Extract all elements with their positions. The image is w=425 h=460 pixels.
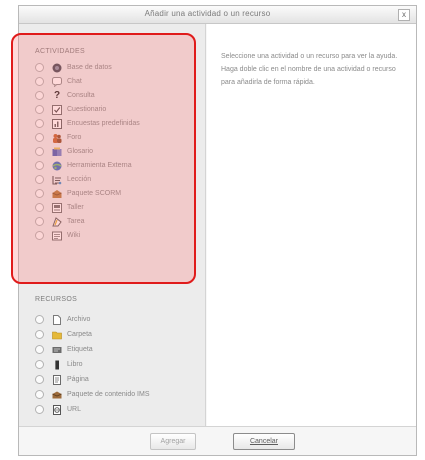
label-icon	[52, 345, 62, 355]
option-label: Archivo	[67, 316, 91, 323]
dialog-title: Añadir una actividad o un recurso	[144, 9, 271, 18]
option-label: Página	[67, 376, 89, 383]
url-icon	[52, 404, 62, 415]
option-archivo[interactable]: Archivo	[35, 314, 195, 325]
cancel-button[interactable]: Cancelar	[233, 433, 295, 450]
add-button[interactable]: Agregar	[150, 433, 196, 450]
option-libro[interactable]: Libro	[35, 359, 195, 370]
radio-button[interactable]	[35, 330, 44, 339]
book-icon	[52, 360, 62, 370]
file-icon	[52, 314, 62, 325]
help-text: Seleccione una actividad o un recurso pa…	[221, 53, 398, 86]
radio-button[interactable]	[35, 405, 44, 414]
option-label: Etiqueta	[67, 346, 93, 353]
radio-button[interactable]	[35, 390, 44, 399]
radio-button[interactable]	[35, 345, 44, 354]
dialog-footer: Agregar Cancelar	[19, 426, 416, 455]
option-paquete-ims[interactable]: Paquete de contenido IMS	[35, 389, 195, 400]
help-panel: Seleccione una actividad o un recurso pa…	[207, 24, 416, 430]
folder-icon	[52, 330, 62, 340]
radio-button[interactable]	[35, 315, 44, 324]
ims-icon	[52, 390, 62, 400]
radio-button[interactable]	[35, 360, 44, 369]
option-label: Paquete de contenido IMS	[67, 391, 150, 398]
page-icon	[52, 374, 62, 385]
option-pagina[interactable]: Página	[35, 374, 195, 385]
resources-heading: RECURSOS	[35, 296, 78, 303]
close-icon[interactable]: x	[398, 9, 410, 21]
option-label: URL	[67, 406, 82, 413]
option-carpeta[interactable]: Carpeta	[35, 329, 195, 340]
dialog-titlebar: Añadir una actividad o un recurso x	[19, 6, 416, 24]
option-label: Carpeta	[67, 331, 92, 338]
radio-button[interactable]	[35, 375, 44, 384]
option-label: Libro	[67, 361, 83, 368]
option-etiqueta[interactable]: Etiqueta	[35, 344, 195, 355]
option-url[interactable]: URL	[35, 404, 195, 415]
activities-highlight	[11, 33, 196, 284]
